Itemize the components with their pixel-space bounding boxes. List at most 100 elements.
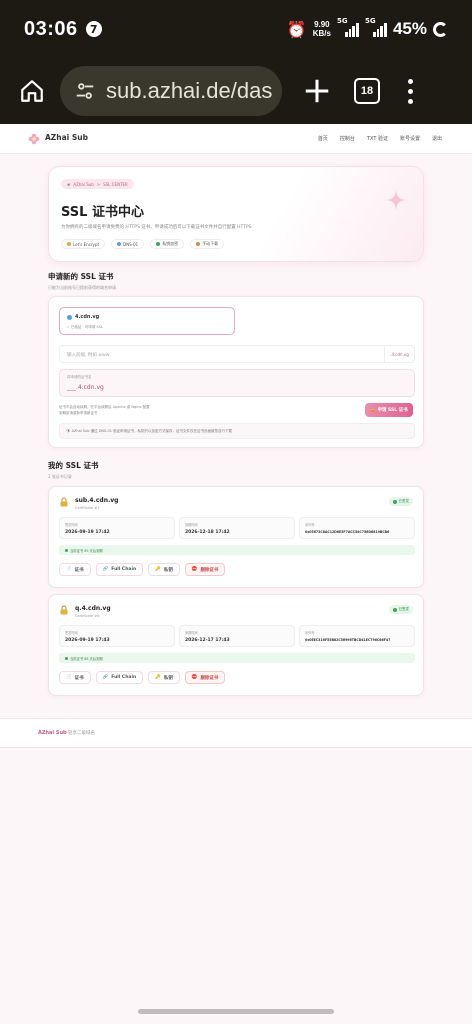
expires-box: 到期时间 2026-12-18 17:42 <box>179 517 295 539</box>
issued-box: 签发时间 2026-09-19 17:43 <box>59 625 175 647</box>
serial-number: 0x05673C8AC12D6E5F7ACC54C756D6819BCB6 <box>305 530 390 534</box>
alarm-icon: ⏰ <box>286 19 307 39</box>
renew-note: 当前证书 89 天后到期 <box>59 545 415 555</box>
chip-dns-01: DNS-01 <box>111 239 145 249</box>
nav-link-console[interactable]: 控制台 <box>340 135 355 142</box>
cert-id: Certificate #7 <box>75 506 100 510</box>
breadcrumb-root[interactable]: AZhai Sub <box>73 182 93 187</box>
apply-section-subtitle: 只能为当前账号已提前获得的域名申请 <box>48 285 116 290</box>
battery-level: 45% <box>392 19 427 38</box>
status-badge: 已签发 <box>388 605 413 614</box>
status-bar: 03:06 7 ⏰ 9.90 KB/s 5G 5G 45% <box>0 0 472 58</box>
web-page: AZhai Sub 首页 控制台 TXT 验证 账号设置 退出 ❀ AZhai … <box>0 124 472 1024</box>
breadcrumb-current: SSL CENTER <box>103 181 128 187</box>
delete-cert-button[interactable]: ⛔ 删除证书 <box>184 563 226 576</box>
delete-icon: ⛔ <box>191 675 198 680</box>
battery-icon <box>433 21 448 37</box>
site-settings-icon[interactable] <box>74 80 96 102</box>
url-text: sub.azhai.de/das <box>106 78 273 103</box>
cert-actions: 📄 证书 🔗 Full Chain 🔑 私钥 ⛔ 删除证书 <box>59 671 226 684</box>
key-icon: 🔑 <box>155 675 161 680</box>
apply-ssl-button[interactable]: 🔒 申请 SSL 证书 <box>365 403 413 417</box>
serial-box: 序列号 0x05673C8AC12D6E5F7ACC54C756D6819BCB… <box>299 517 415 539</box>
site-nav: AZhai Sub 首页 控制台 TXT 验证 账号设置 退出 <box>0 124 472 154</box>
chain-icon: 🔗 <box>102 675 109 680</box>
sparkle-icon <box>385 189 407 211</box>
address-bar[interactable]: sub.azhai.de/das <box>60 66 282 116</box>
file-icon: 📄 <box>66 567 72 572</box>
footer-brand[interactable]: AZhai Sub <box>38 730 67 736</box>
serial-box: 序列号 0x0EEC316F55B82C56996TBCD41EC796C66F… <box>299 625 415 647</box>
footer-description: 轻享二级域名 <box>68 731 95 736</box>
apply-card: 4.cdn.vg ✓ 已验证 · 可申请 SSL 输入前缀, 例如 www .4… <box>48 296 424 448</box>
page-description: 为你拥有的二级域名申请免费的 HTTPS 证书。申请成功后可以下载证书文件并自行… <box>61 225 252 230</box>
expires-box: 到期时间 2026-12-17 17:43 <box>179 625 295 647</box>
apply-note: 证书不会自动续期，在平台续期后 Apache 或 Nginx 配置 到期前请重新… <box>59 405 150 415</box>
cert-domain: sub.4.cdn.vg <box>75 497 119 504</box>
delete-icon: ⛔ <box>191 567 198 572</box>
subdomain-placeholder: 输入前缀, 例如 www <box>67 353 110 358</box>
issued-box: 签发时间 2026-09-19 17:42 <box>59 517 175 539</box>
clock: 03:06 <box>24 17 78 40</box>
nav-link-logout[interactable]: 退出 <box>432 135 442 142</box>
notification-badge: 7 <box>85 21 102 37</box>
flower-logo-icon[interactable] <box>28 133 40 145</box>
signal-icon-2: 5G <box>365 17 387 37</box>
download-cert-button[interactable]: 📄 证书 <box>59 563 91 576</box>
my-certs-subtitle: 2 张证书记录 <box>48 474 72 479</box>
subdomain-input[interactable]: 输入前缀, 例如 www .4.cdn.vg <box>59 345 415 363</box>
feature-chips: Let's Encrypt DNS-01 私钥加密 手动下载 <box>61 239 225 249</box>
info-tip: 🛡 AZhai Sub 通过 DNS-01 验证申请证书，私钥只以加密方式保存，… <box>59 423 415 439</box>
expires-date: 2026-12-18 17:42 <box>185 530 230 535</box>
expires-date: 2026-12-17 17:43 <box>185 638 230 643</box>
home-button[interactable] <box>12 71 52 111</box>
site-footer: AZhai Sub 轻享二级域名 <box>0 718 472 748</box>
issued-date: 2026-09-19 17:43 <box>65 638 110 643</box>
cert-id: Certificate #6 <box>75 614 100 618</box>
lock-icon: 🔒 <box>370 407 378 413</box>
delete-cert-button[interactable]: ⛔ 删除证书 <box>184 671 226 684</box>
globe-icon <box>67 314 72 320</box>
page-title: SSL 证书中心 <box>61 205 144 220</box>
renew-note: 当前证书 88 天后到期 <box>59 653 415 663</box>
chip-lets-encrypt: Let's Encrypt <box>61 239 106 249</box>
home-icon <box>21 80 43 102</box>
download-cert-button[interactable]: 📄 证书 <box>59 671 91 684</box>
download-key-button[interactable]: 🔑 私钥 <box>148 563 180 576</box>
network-speed: 9.90 KB/s <box>312 20 331 38</box>
serial-number: 0x0EEC316F55B82C56996TBCD41EC796C66F47 <box>305 638 391 642</box>
browser-toolbar: sub.azhai.de/das 18 <box>0 58 472 124</box>
browser-menu-button[interactable] <box>408 78 413 104</box>
lock-icon <box>60 605 68 615</box>
nav-link-home[interactable]: 首页 <box>318 135 328 142</box>
domain-status: ✓ 已验证 · 可申请 SSL <box>67 325 103 329</box>
cert-name-preview: 将申请的证书名 ___.4.cdn.vg <box>59 369 415 397</box>
apply-section-title: 申请新的 SSL 证书 <box>48 272 114 281</box>
status-badge: 已签发 <box>388 497 413 506</box>
site-brand[interactable]: AZhai Sub <box>45 133 88 142</box>
cert-domain: q.4.cdn.vg <box>75 605 111 612</box>
nav-link-txt-verify[interactable]: TXT 验证 <box>367 135 388 142</box>
file-icon: 📄 <box>66 675 72 680</box>
new-tab-button[interactable] <box>302 76 332 106</box>
issued-date: 2026-09-19 17:42 <box>65 530 110 535</box>
chip-manual-download: 手动下载 <box>190 239 225 249</box>
nav-links: 首页 控制台 TXT 验证 账号设置 退出 <box>318 135 442 142</box>
download-fullchain-button[interactable]: 🔗 Full Chain <box>95 563 144 576</box>
download-key-button[interactable]: 🔑 私钥 <box>148 671 180 684</box>
chip-private-key: 私钥加密 <box>150 239 185 249</box>
signal-icon: 5G <box>337 17 359 37</box>
hero-card: ❀ AZhai Sub > SSL CENTER SSL 证书中心 为你拥有的二… <box>48 166 424 262</box>
gesture-bar[interactable] <box>138 1009 334 1014</box>
breadcrumb: ❀ AZhai Sub > SSL CENTER <box>61 179 134 189</box>
domain-suffix: .4.cdn.vg <box>384 346 414 362</box>
cert-actions: 📄 证书 🔗 Full Chain 🔑 私钥 ⛔ 删除证书 <box>59 563 226 576</box>
nav-link-account[interactable]: 账号设置 <box>400 135 420 142</box>
cert-card: q.4.cdn.vg Certificate #6 已签发 签发时间 2026-… <box>48 594 424 696</box>
my-certs-title: 我的 SSL 证书 <box>48 461 99 470</box>
download-fullchain-button[interactable]: 🔗 Full Chain <box>95 671 144 684</box>
domain-option[interactable]: 4.cdn.vg ✓ 已验证 · 可申请 SSL <box>59 307 235 335</box>
chain-icon: 🔗 <box>102 567 109 572</box>
breadcrumb-icon: ❀ <box>67 181 71 187</box>
tab-switcher-button[interactable]: 18 <box>354 78 380 104</box>
